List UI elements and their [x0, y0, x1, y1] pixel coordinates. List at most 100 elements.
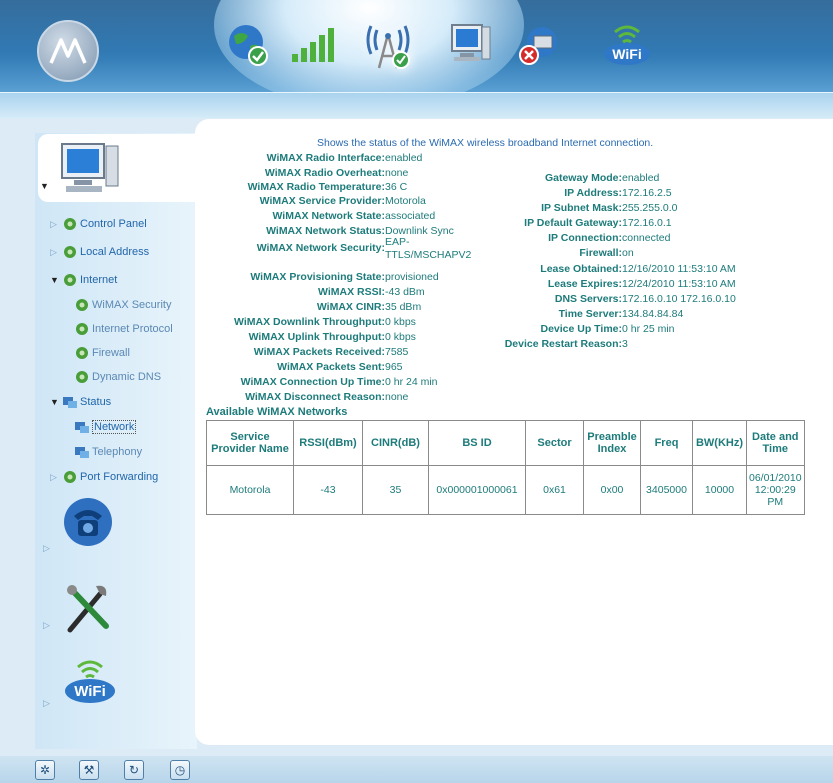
- column-header: CINR(dB): [362, 420, 429, 466]
- status-value: 172.16.0.1: [622, 217, 672, 229]
- gateway-status-row: Lease Obtained: 12/16/2010 11:53:10 AM: [0, 263, 736, 275]
- status-value: enabled: [385, 152, 423, 164]
- table-cell: Motorola: [206, 465, 294, 515]
- sidebar-item-label: Port Forwarding: [80, 471, 159, 483]
- status-label: WiMAX Disconnect Reason:: [245, 391, 385, 403]
- motorola-logo[interactable]: [37, 20, 99, 82]
- status-value: on: [622, 247, 634, 259]
- status-label: DNS Servers:: [554, 293, 622, 305]
- tools-icon[interactable]: [62, 580, 114, 639]
- status-value: connected: [622, 232, 671, 244]
- column-header: BW(KHz): [692, 420, 747, 466]
- gear-icon: [62, 470, 78, 484]
- gateway-status-row: IP Connection: connected: [0, 232, 670, 244]
- tool-icon[interactable]: ⚒: [79, 760, 99, 780]
- sidebar-item-telephony[interactable]: Telephony: [74, 445, 142, 459]
- status-value: 0 hr 24 min: [385, 376, 438, 388]
- status-value: 172.16.2.5: [622, 187, 672, 199]
- expand-arrow-icon[interactable]: ▷: [43, 698, 50, 709]
- page-description: Shows the status of the WiMAX wireless b…: [317, 137, 654, 149]
- status-value: none: [385, 391, 409, 403]
- table-row: Motorola -43 35 0x000001000061 0x61 0x00…: [206, 465, 805, 515]
- wimax-status-row: WiMAX Disconnect Reason: none: [0, 391, 408, 403]
- status-label: IP Default Gateway:: [524, 217, 622, 229]
- schedule-icon[interactable]: ◷: [170, 760, 190, 780]
- status-value: 0 hr 25 min: [622, 323, 675, 335]
- table-cell: 0x61: [525, 465, 584, 515]
- expand-arrow-icon[interactable]: ▷: [43, 543, 50, 554]
- available-networks-table: Service Provider Name RSSI(dBm) CINR(dB)…: [206, 420, 805, 515]
- table-header-row: Service Provider Name RSSI(dBm) CINR(dB)…: [206, 420, 805, 466]
- sidebar-item-network[interactable]: Network: [74, 420, 137, 434]
- network-error-icon[interactable]: [510, 14, 570, 74]
- column-header: Preamble Index: [583, 420, 641, 466]
- table-cell: 35: [362, 465, 429, 515]
- status-label: Lease Expires:: [547, 278, 622, 290]
- computer-icon[interactable]: [440, 14, 500, 74]
- gateway-status-row: IP Subnet Mask: 255.255.0.0: [0, 202, 677, 214]
- status-label: WiMAX Packets Sent:: [277, 361, 385, 373]
- wimax-tower-icon[interactable]: [358, 14, 418, 74]
- column-header: BS ID: [428, 420, 526, 466]
- snowflake-icon[interactable]: ✲: [35, 760, 55, 780]
- gateway-status-row: Gateway Mode: enabled: [0, 172, 659, 184]
- status-label: WiMAX Connection Up Time:: [240, 376, 385, 388]
- gateway-status-row: Firewall: on: [0, 247, 634, 259]
- sidebar-item-label: Telephony: [92, 446, 143, 458]
- table-cell: -43: [293, 465, 363, 515]
- table-cell: 3405000: [640, 465, 693, 515]
- wimax-status-row: WiMAX Radio Interface: enabled: [0, 152, 423, 164]
- expand-arrow-icon[interactable]: ▷: [50, 472, 62, 483]
- telephone-icon[interactable]: [62, 496, 114, 553]
- column-header: RSSI(dBm): [293, 420, 363, 466]
- expand-arrow-icon[interactable]: ▷: [43, 620, 50, 631]
- status-value: 172.16.0.10 172.16.0.10: [622, 293, 736, 305]
- status-label: Device Restart Reason:: [504, 338, 622, 350]
- status-label: Gateway Mode:: [544, 172, 622, 184]
- gateway-status-row: Device Up Time: 0 hr 25 min: [0, 323, 675, 335]
- gateway-status-row: IP Address: 172.16.2.5: [0, 187, 672, 199]
- wimax-status-row: WiMAX Connection Up Time: 0 hr 24 min: [0, 376, 438, 388]
- column-header: Date and Time: [746, 420, 805, 466]
- gateway-status-row: Lease Expires: 12/24/2010 11:53:10 AM: [0, 278, 736, 290]
- status-value: 12/24/2010 11:53:10 AM: [622, 278, 736, 290]
- gateway-status-row: Time Server: 134.84.84.84: [0, 308, 684, 320]
- svg-text:WiFi: WiFi: [612, 46, 641, 62]
- table-cell: 0x000001000061: [428, 465, 526, 515]
- status-value: 255.255.0.0: [622, 202, 678, 214]
- status-value: 965: [385, 361, 403, 373]
- column-header: Service Provider Name: [206, 420, 294, 466]
- column-header: Freq: [640, 420, 693, 466]
- status-label: IP Subnet Mask:: [541, 202, 622, 214]
- status-icon: [74, 420, 90, 434]
- status-label: WiMAX Radio Interface:: [266, 152, 385, 164]
- status-value: 134.84.84.84: [622, 308, 684, 320]
- wimax-status-row: WiMAX Packets Sent: 965: [0, 361, 403, 373]
- available-networks-title: Available WiMAX Networks: [206, 406, 348, 418]
- gateway-status-row: Device Restart Reason: 3: [0, 338, 628, 350]
- internet-globe-icon[interactable]: [218, 14, 278, 74]
- wifi-icon[interactable]: WiFi: [62, 655, 118, 712]
- table-cell: 06/01/2010 12:00:29 PM: [746, 465, 805, 515]
- status-value: 12/16/2010 11:53:10 AM: [622, 263, 736, 275]
- table-cell: 10000: [692, 465, 747, 515]
- status-label: Lease Obtained:: [540, 263, 622, 275]
- status-label: IP Address:: [564, 187, 622, 199]
- status-value: enabled: [622, 172, 660, 184]
- status-label: Firewall:: [579, 247, 622, 259]
- status-label: IP Connection:: [548, 232, 622, 244]
- signal-bars-icon[interactable]: [285, 14, 345, 74]
- status-value: 3: [622, 338, 628, 350]
- wifi-icon[interactable]: WiFi: [597, 14, 657, 74]
- gateway-status-row: DNS Servers: 172.16.0.10 172.16.0.10: [0, 293, 736, 305]
- table-cell: 0x00: [583, 465, 641, 515]
- sidebar-item-port-forwarding[interactable]: ▷ Port Forwarding: [50, 470, 158, 484]
- status-label: Device Up Time:: [540, 323, 622, 335]
- status-icon: [74, 445, 90, 459]
- sidebar-item-label: Network: [92, 420, 137, 434]
- column-header: Sector: [525, 420, 584, 466]
- status-label: Time Server:: [558, 308, 622, 320]
- refresh-icon[interactable]: ↻: [124, 760, 144, 780]
- svg-text:WiFi: WiFi: [74, 683, 106, 700]
- gateway-status-row: IP Default Gateway: 172.16.0.1: [0, 217, 672, 229]
